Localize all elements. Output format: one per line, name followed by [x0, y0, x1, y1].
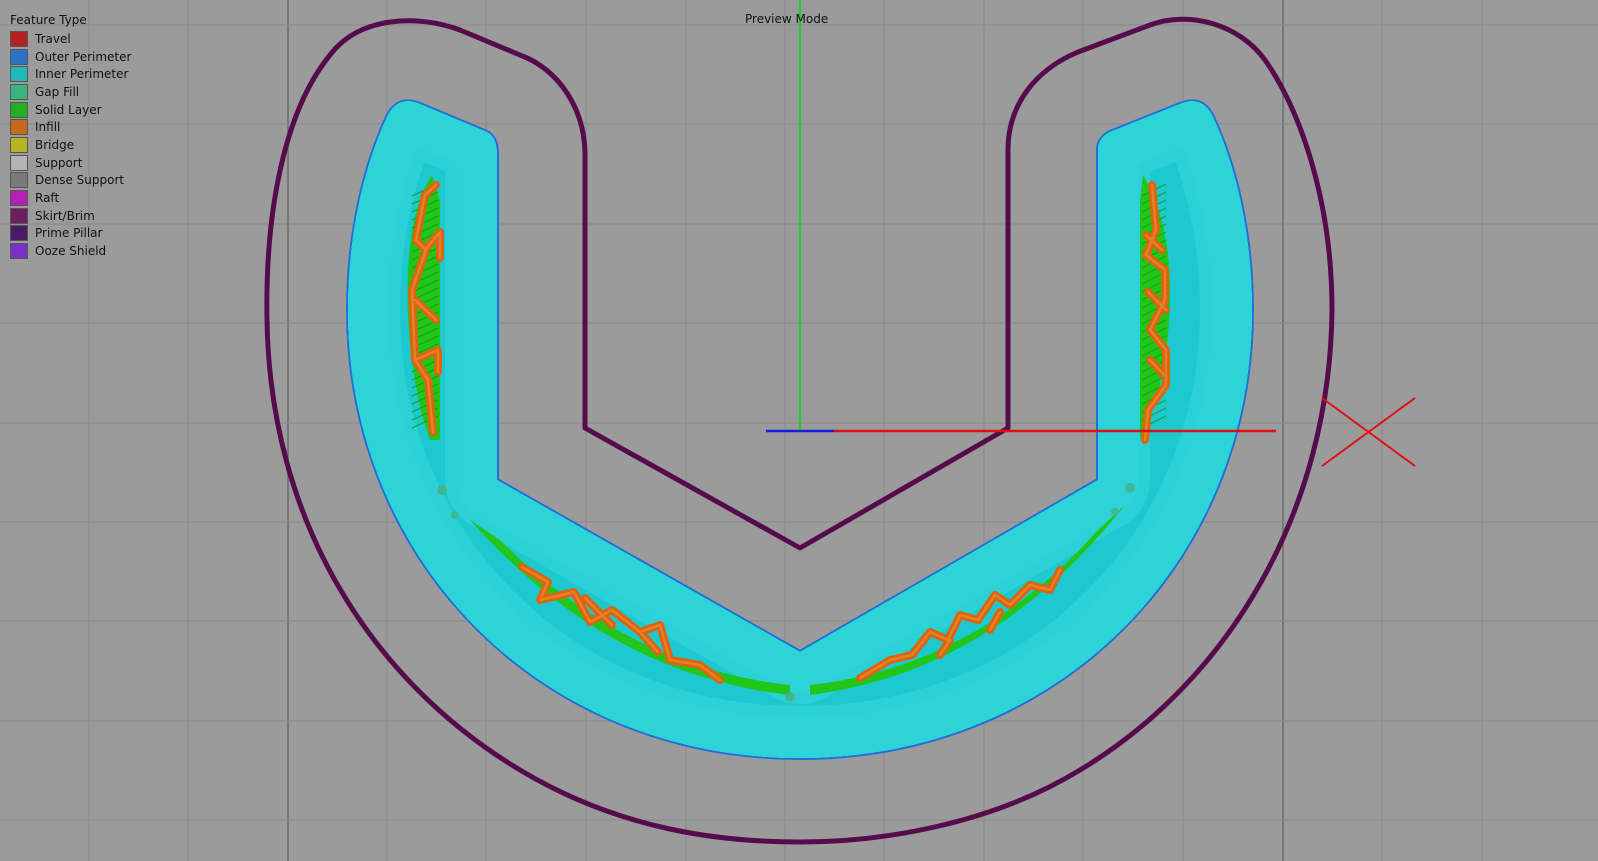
- legend-swatch: [10, 190, 28, 207]
- gap-fill-speck: [1125, 483, 1135, 493]
- legend-swatch: [10, 119, 28, 136]
- legend-item-label: Solid Layer: [35, 102, 102, 117]
- legend-item-label: Dense Support: [35, 173, 125, 188]
- legend-item-label: Inner Perimeter: [35, 67, 129, 82]
- legend-swatch: [10, 225, 28, 242]
- legend-item-label: Gap Fill: [35, 84, 80, 99]
- feature-type-legend: Feature Type Travel Outer Perimeter Inner …: [10, 12, 131, 260]
- legend-item-label: Bridge: [35, 137, 75, 152]
- legend-item-label: Ooze Shield: [35, 244, 107, 259]
- legend-item-travel: Travel: [10, 30, 131, 48]
- gap-fill-speck: [785, 692, 795, 702]
- legend-item-label: Outer Perimeter: [35, 49, 132, 64]
- legend-item-outer-perimeter: Outer Perimeter: [10, 48, 131, 66]
- legend-item-label: Travel: [35, 31, 71, 46]
- legend-item-label: Support: [35, 155, 83, 170]
- legend-item-label: Skirt/Brim: [35, 208, 95, 223]
- preview-mode-label: Preview Mode: [745, 12, 829, 26]
- legend-item-skirt-brim: Skirt/Brim: [10, 207, 131, 225]
- legend-swatch: [10, 154, 28, 171]
- legend-item-label: Raft: [35, 191, 60, 206]
- legend-item-dense-support: Dense Support: [10, 172, 131, 190]
- legend-item-raft: Raft: [10, 189, 131, 207]
- legend-item-inner-perimeter: Inner Perimeter: [10, 65, 131, 83]
- legend-title: Feature Type: [10, 13, 87, 27]
- legend-swatch: [10, 207, 28, 224]
- legend-item-bridge: Bridge: [10, 136, 131, 154]
- gap-fill-speck: [451, 511, 459, 519]
- gap-fill-speck: [1111, 508, 1119, 516]
- legend-swatch: [10, 48, 28, 65]
- legend-swatch: [10, 136, 28, 153]
- legend-item-label: Infill: [35, 120, 61, 135]
- legend-item-infill: Infill: [10, 118, 131, 136]
- legend-swatch: [10, 66, 28, 83]
- legend-swatch: [10, 172, 28, 189]
- legend-swatch: [10, 83, 28, 100]
- legend-swatch: [10, 243, 28, 260]
- legend-item-gap-fill: Gap Fill: [10, 83, 131, 101]
- legend-swatch: [10, 30, 28, 47]
- legend-item-label: Prime Pillar: [35, 226, 103, 241]
- legend-item-prime-pillar: Prime Pillar: [10, 225, 131, 243]
- legend-item-ooze-shield: Ooze Shield: [10, 242, 131, 260]
- legend-item-solid-layer: Solid Layer: [10, 101, 131, 119]
- toolpath-scene[interactable]: [0, 0, 1598, 861]
- legend-item-support: Support: [10, 154, 131, 172]
- legend-swatch: [10, 101, 28, 118]
- preview-viewport[interactable]: Preview Mode Feature Type Travel Outer Pe…: [0, 0, 1598, 861]
- gap-fill-speck: [437, 485, 447, 495]
